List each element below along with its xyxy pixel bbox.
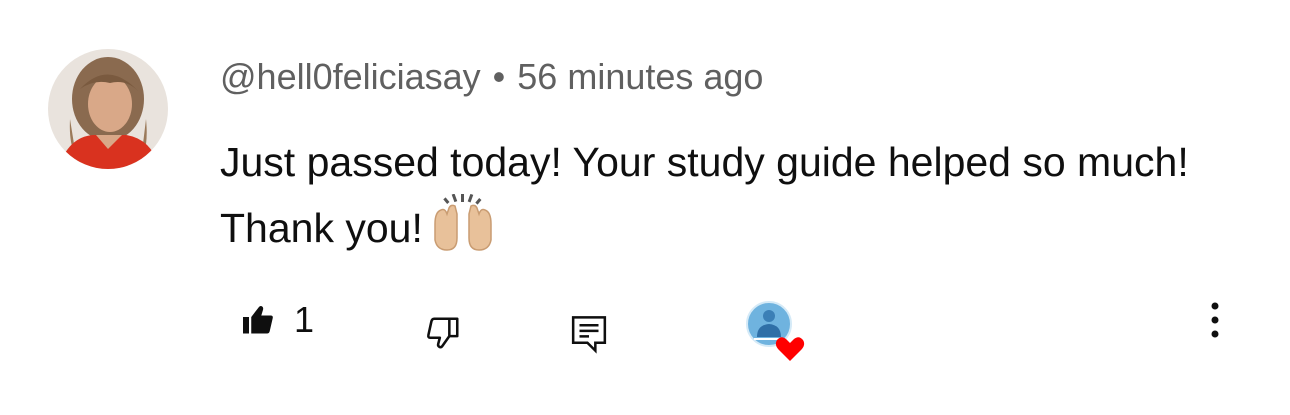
comment-meta: @hell0feliciasay • 56 minutes ago	[220, 55, 763, 99]
author-avatar[interactable]	[48, 49, 168, 169]
thumbs-down-icon	[427, 317, 459, 349]
thumbs-up-filled-icon	[243, 306, 273, 334]
more-vertical-icon	[1211, 302, 1219, 338]
more-options-button[interactable]	[1200, 298, 1230, 342]
meta-separator: •	[492, 56, 506, 97]
like-button[interactable]: 1	[240, 300, 314, 340]
comment-actions: 1	[0, 290, 1290, 363]
comment-text: Just passed today! Your study guide help…	[220, 139, 1189, 251]
comment-body: Just passed today! Your study guide help…	[220, 130, 1260, 270]
dislike-button[interactable]	[424, 314, 462, 352]
comment-item: @hell0feliciasay • 56 minutes ago Just pas…	[0, 0, 1290, 415]
avatar-image	[48, 49, 168, 169]
raising-hands-emoji	[431, 193, 495, 270]
creator-heart-badge[interactable]	[746, 301, 808, 363]
like-count: 1	[294, 299, 315, 340]
reply-comment-icon	[571, 316, 607, 354]
reply-button[interactable]	[570, 314, 608, 354]
creator-heart-icon	[746, 301, 805, 361]
comment-time[interactable]: 56 minutes ago	[517, 56, 763, 97]
author-name[interactable]: @hell0feliciasay	[220, 56, 481, 97]
